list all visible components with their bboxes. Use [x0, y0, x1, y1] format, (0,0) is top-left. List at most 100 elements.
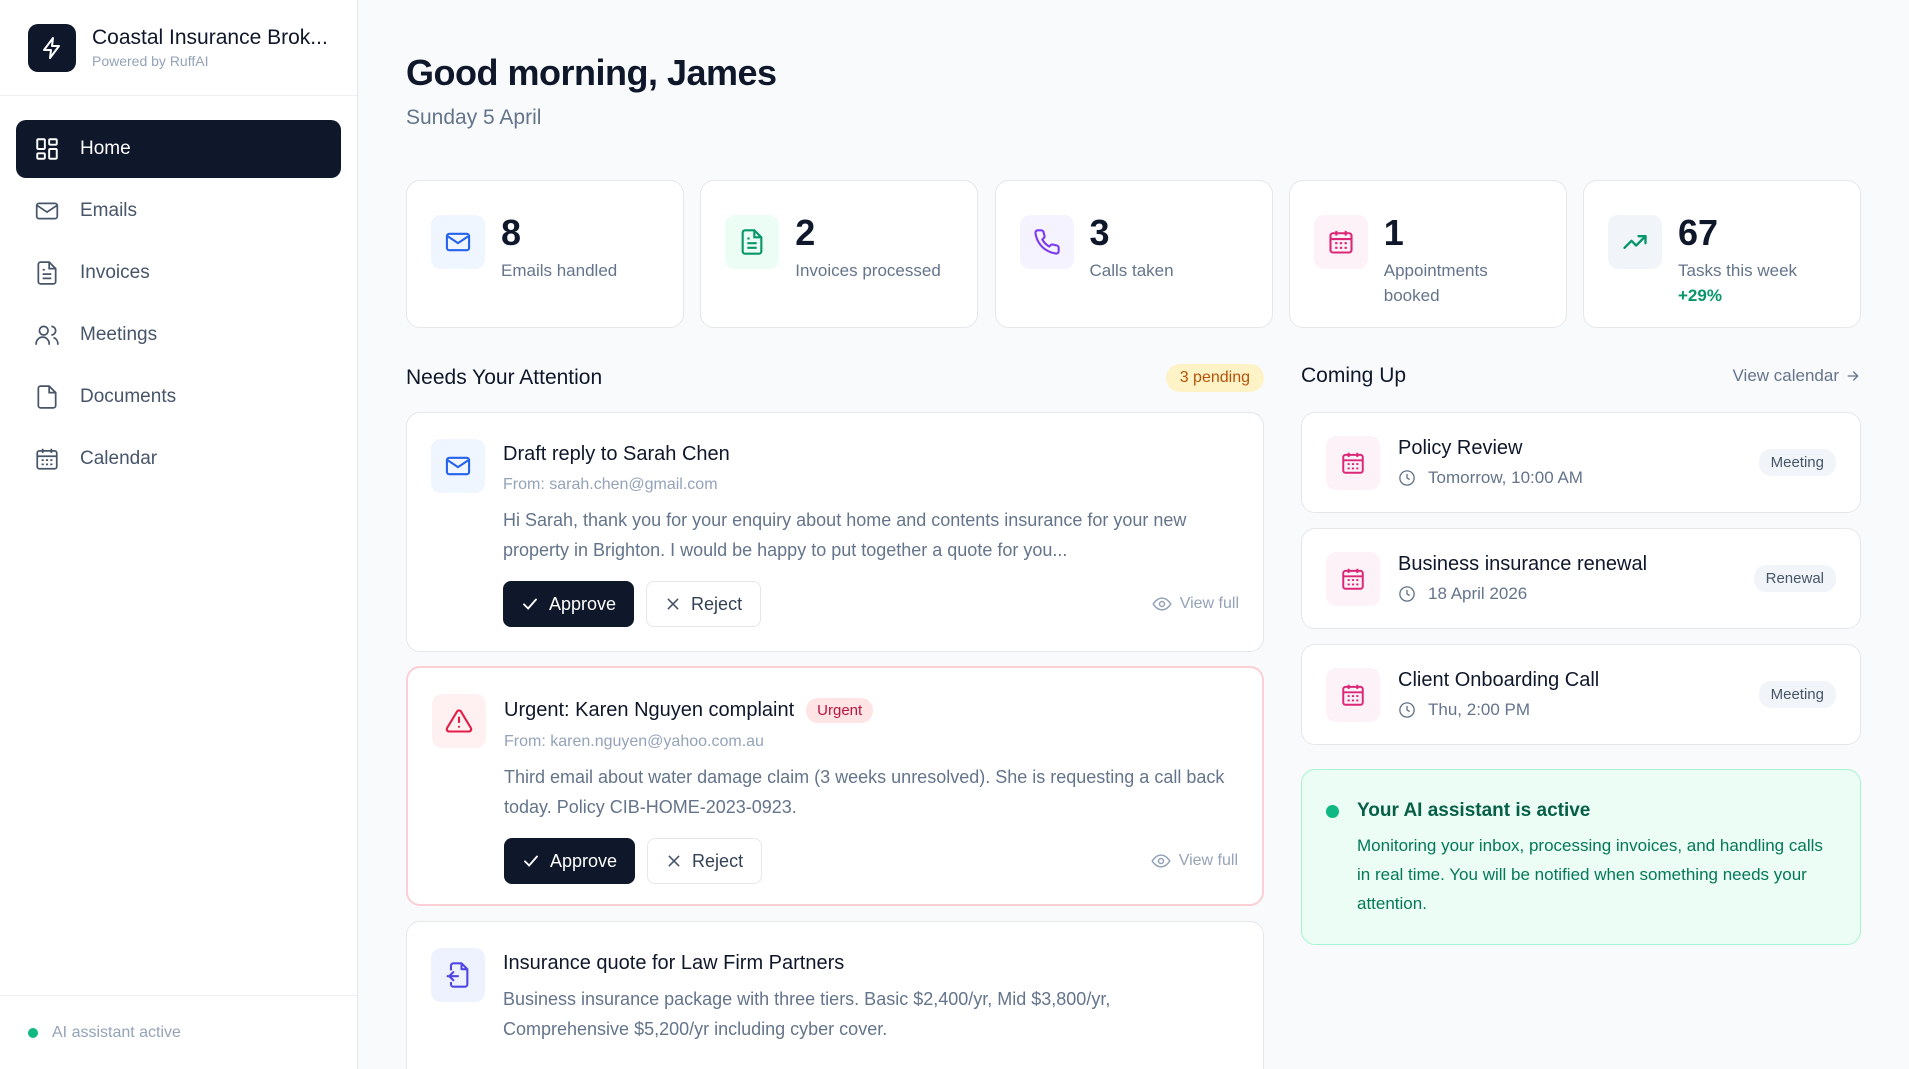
card-from: From: karen.nguyen@yahoo.com.au: [504, 733, 764, 750]
stat-card-calls[interactable]: 3 Calls taken: [994, 180, 1273, 328]
users-icon: [35, 325, 59, 345]
sidebar-item-label: Documents: [80, 386, 177, 407]
view-full-link[interactable]: View full: [1152, 594, 1239, 614]
clock-icon: [1399, 470, 1415, 486]
sidebar: Coastal Insurance Brok... Powered by Ruf…: [0, 0, 358, 1069]
event-business-renewal[interactable]: Business insurance renewal 18 April 2026…: [1301, 528, 1861, 629]
approve-button[interactable]: Approve: [504, 838, 636, 885]
view-calendar-link[interactable]: View calendar: [1733, 366, 1861, 386]
status-dot-icon: [28, 1027, 38, 1038]
event-time-text: Tomorrow, 10:00 AM: [1428, 468, 1583, 487]
page-date: Sunday 5 April: [406, 106, 542, 129]
card-text: Hi Sarah, thank you for your enquiry abo…: [503, 510, 1187, 560]
attention-card-karen[interactable]: Urgent: Karen Nguyen complaint Urgent Fr…: [406, 666, 1264, 906]
page-title: Good morning, James: [406, 52, 777, 93]
brand-subtitle: Powered by RuffAI: [92, 53, 209, 69]
reject-button[interactable]: Reject: [647, 838, 763, 885]
view-full-label: View full: [1179, 595, 1239, 613]
clock-icon: [1399, 702, 1415, 718]
approve-button[interactable]: Approve: [503, 581, 635, 628]
view-calendar-label: View calendar: [1732, 366, 1839, 385]
calendar-icon: [36, 448, 58, 470]
attention-title: Needs Your Attention: [406, 366, 603, 389]
brand-header[interactable]: Coastal Insurance Brok... Powered by Ruf…: [0, 0, 357, 96]
stat-card-emails[interactable]: 8 Emails handled: [406, 180, 684, 328]
arrow-right-icon: [1847, 371, 1859, 381]
close-icon: [668, 855, 680, 867]
event-policy-review[interactable]: Policy Review Tomorrow, 10:00 AM Meeting: [1301, 412, 1861, 513]
attention-card-sarah[interactable]: Draft reply to Sarah Chen From: sarah.ch…: [406, 412, 1264, 652]
attention-header: Needs Your Attention 3 pending: [406, 364, 1264, 392]
brand-name: Coastal Insurance Brok...: [92, 26, 328, 49]
mail-icon: [431, 439, 485, 493]
view-full-link[interactable]: View full: [1151, 851, 1238, 871]
event-type-badge: Meeting: [1758, 449, 1836, 476]
card-text: Business insurance package with three ti…: [503, 989, 1111, 1039]
stat-delta: +29%: [1678, 285, 1722, 305]
sidebar-item-meetings[interactable]: Meetings: [16, 306, 341, 364]
stat-value: 1: [1383, 212, 1404, 253]
stat-card-appointments[interactable]: 1 Appointments booked: [1288, 180, 1567, 328]
trending-up-icon: [1608, 215, 1662, 269]
sidebar-item-label: Home: [80, 138, 131, 159]
stat-value: 67: [1678, 212, 1719, 253]
document-icon: [37, 261, 57, 285]
approve-label: Approve: [549, 593, 617, 614]
event-type-badge: Meeting: [1758, 681, 1836, 708]
file-import-icon: [431, 948, 485, 1002]
urgent-badge: Urgent: [806, 698, 874, 723]
assistant-status: AI assistant active: [0, 995, 357, 1069]
card-text: Third email about water damage claim (3 …: [504, 767, 1225, 817]
sidebar-item-label: Calendar: [80, 448, 158, 469]
event-title: Client Onboarding Call: [1398, 669, 1600, 691]
event-title: Policy Review: [1398, 437, 1523, 459]
stat-label: Calls taken: [1089, 261, 1174, 280]
reject-button[interactable]: Reject: [646, 581, 762, 628]
stats-row: 8 Emails handled 2 Invoices processed 3 …: [406, 180, 1861, 328]
stat-value: 3: [1089, 212, 1110, 253]
sidebar-item-documents[interactable]: Documents: [16, 368, 341, 426]
sidebar-item-label: Emails: [80, 200, 138, 221]
sidebar-item-home[interactable]: Home: [16, 120, 341, 178]
card-title: Draft reply to Sarah Chen: [503, 443, 730, 465]
sidebar-item-calendar[interactable]: Calendar: [16, 430, 341, 488]
approve-label: Approve: [550, 850, 618, 871]
main-content: Good morning, James Sunday 5 April 8 Ema…: [358, 0, 1909, 1069]
status-dot-icon: [1326, 804, 1339, 818]
file-icon: [37, 385, 57, 409]
stat-card-invoices[interactable]: 2 Invoices processed: [700, 180, 979, 328]
event-time: 18 April 2026: [1398, 584, 1754, 604]
card-from: From: sarah.chen@gmail.com: [503, 476, 718, 493]
stat-label: Emails handled: [501, 261, 618, 280]
event-type-badge: Renewal: [1753, 565, 1836, 592]
grid-icon: [36, 138, 58, 160]
check-icon: [523, 598, 537, 611]
sidebar-item-emails[interactable]: Emails: [16, 182, 341, 240]
sidebar-item-label: Meetings: [80, 324, 158, 345]
mail-icon: [431, 215, 485, 269]
event-client-onboarding[interactable]: Client Onboarding Call Thu, 2:00 PM Meet…: [1301, 644, 1861, 745]
clock-icon: [1399, 586, 1415, 602]
stat-card-tasks[interactable]: 67 Tasks this week +29%: [1583, 180, 1861, 328]
warning-icon: [432, 694, 486, 748]
sidebar-item-invoices[interactable]: Invoices: [16, 244, 341, 302]
reject-label: Reject: [691, 593, 743, 614]
assistant-status-label: AI assistant active: [52, 1023, 181, 1041]
phone-icon: [1019, 215, 1074, 269]
pending-badge: 3 pending: [1165, 364, 1264, 392]
calendar-icon: [1326, 551, 1380, 606]
calendar-icon: [1313, 215, 1368, 269]
check-icon: [524, 855, 538, 868]
assistant-status-card: Your AI assistant is active Monitoring y…: [1301, 769, 1861, 945]
document-icon: [725, 215, 780, 269]
attention-card-law-firm[interactable]: Insurance quote for Law Firm Partners Bu…: [406, 921, 1264, 1069]
reject-label: Reject: [692, 850, 744, 871]
event-time-text: 18 April 2026: [1428, 584, 1528, 603]
event-time-text: Thu, 2:00 PM: [1428, 700, 1531, 719]
assistant-title: Your AI assistant is active: [1357, 800, 1591, 821]
stat-label: Invoices processed: [795, 261, 941, 280]
view-full-label: View full: [1178, 852, 1238, 870]
sidebar-item-label: Invoices: [80, 262, 150, 283]
card-title: Insurance quote for Law Firm Partners: [503, 952, 845, 974]
eye-icon: [1152, 597, 1172, 611]
